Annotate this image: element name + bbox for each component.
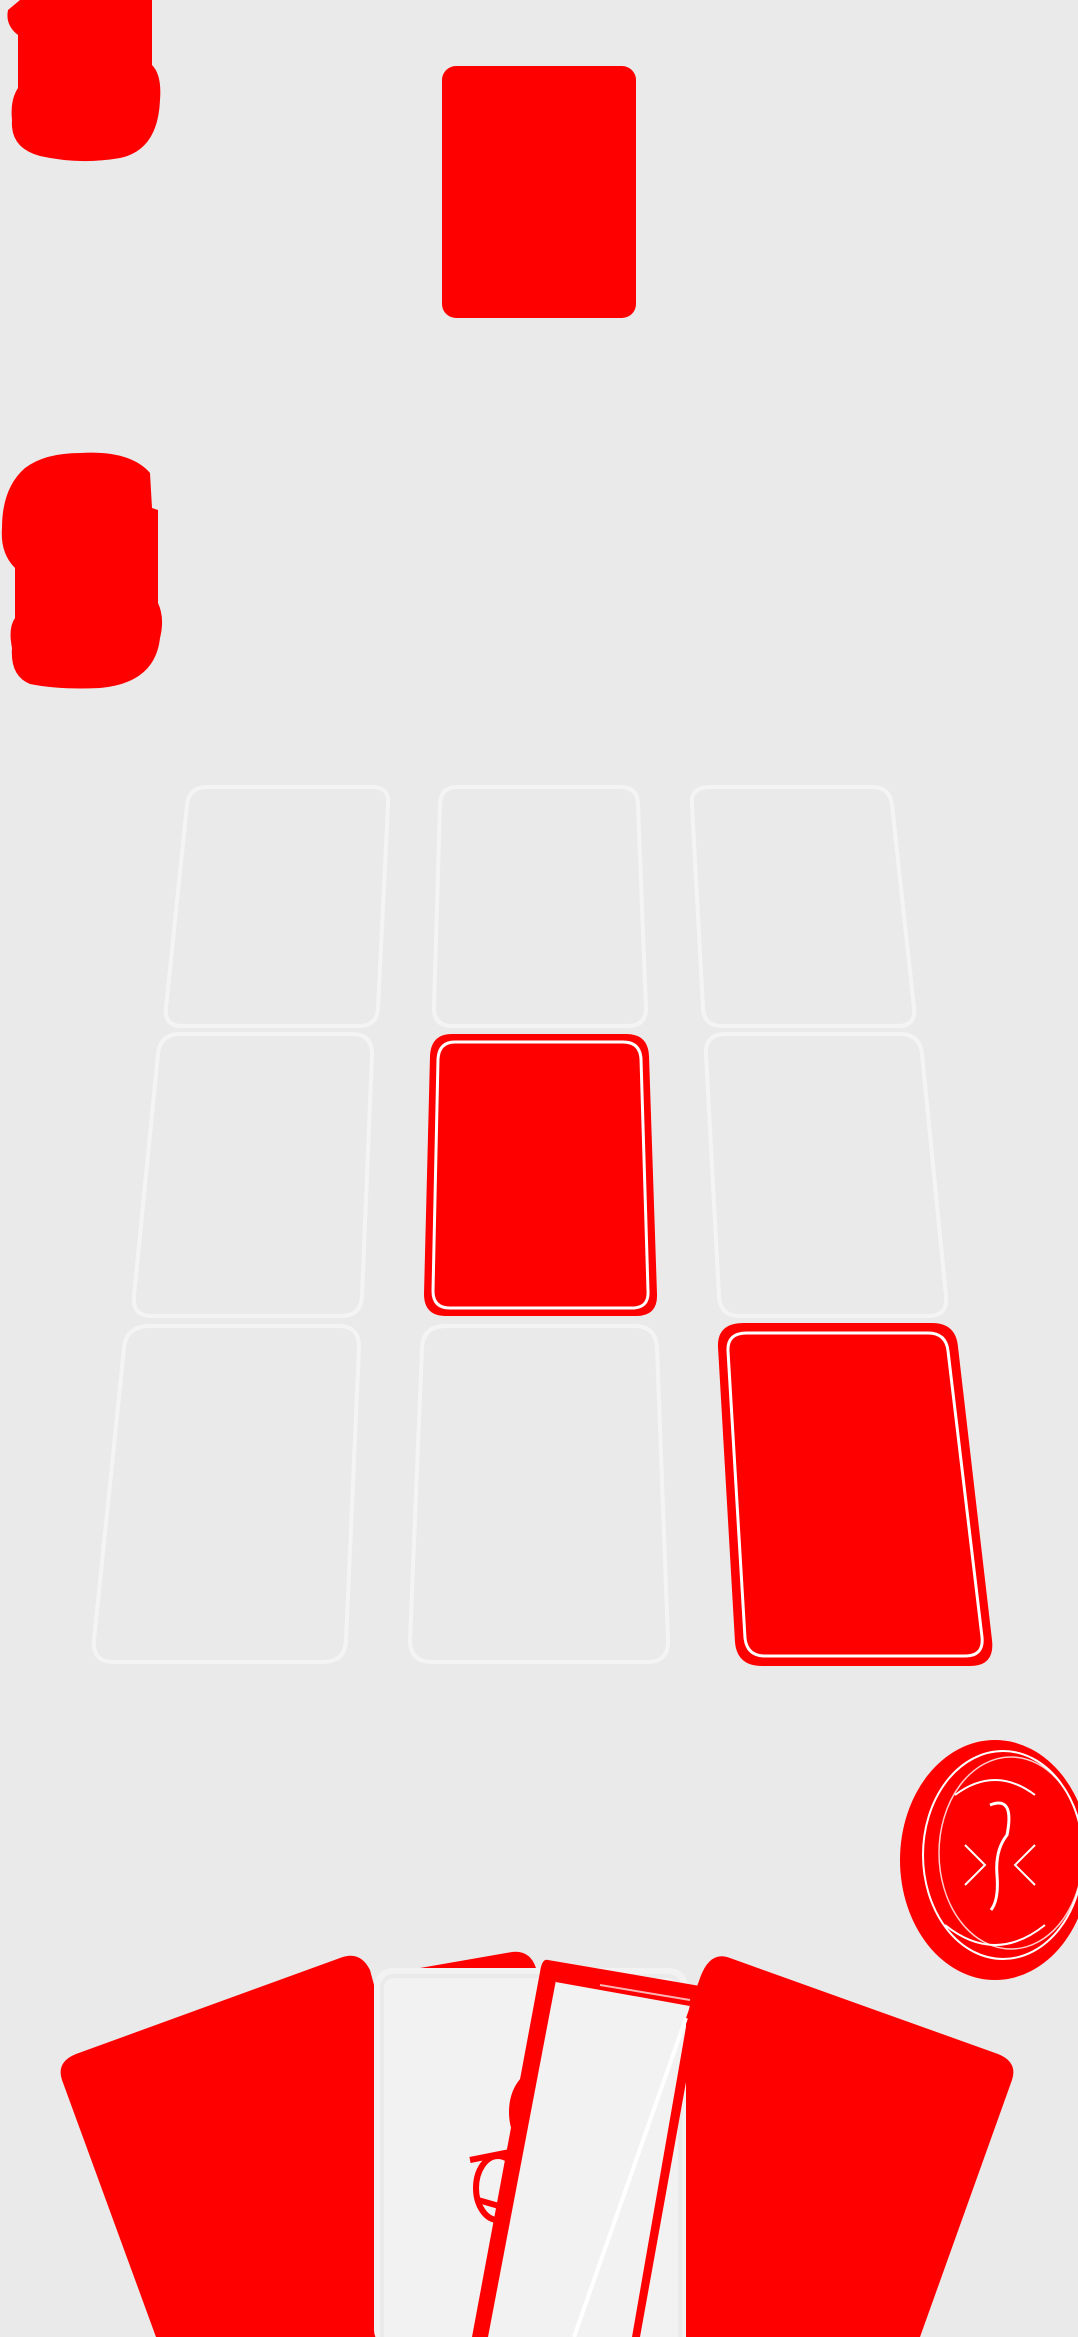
board-slot-row-1-col-1[interactable] [163,785,391,1028]
opponent-card [442,66,636,318]
board-card-row-3-col-3[interactable] [717,1323,993,1666]
board-slot-row-2-col-1[interactable] [131,1032,375,1318]
player-hand [60,1951,1014,2337]
board-slot-row-3-col-1[interactable] [91,1324,362,1664]
player-score-blob-icon [7,0,161,162]
game-screen [0,0,1078,2337]
board-slot-row-2-col-3[interactable] [703,1032,949,1318]
hand-card-5[interactable] [686,1956,1014,2337]
board-slot-row-1-col-3[interactable] [689,785,917,1028]
hand-card-1[interactable] [60,1955,378,2337]
game-board [91,785,993,1666]
board-card-row-2-col-2[interactable] [424,1034,658,1316]
opponent-score-blob-icon [1,452,163,689]
board-slot-row-3-col-2[interactable] [407,1324,671,1664]
board-slot-row-1-col-2[interactable] [431,785,649,1028]
